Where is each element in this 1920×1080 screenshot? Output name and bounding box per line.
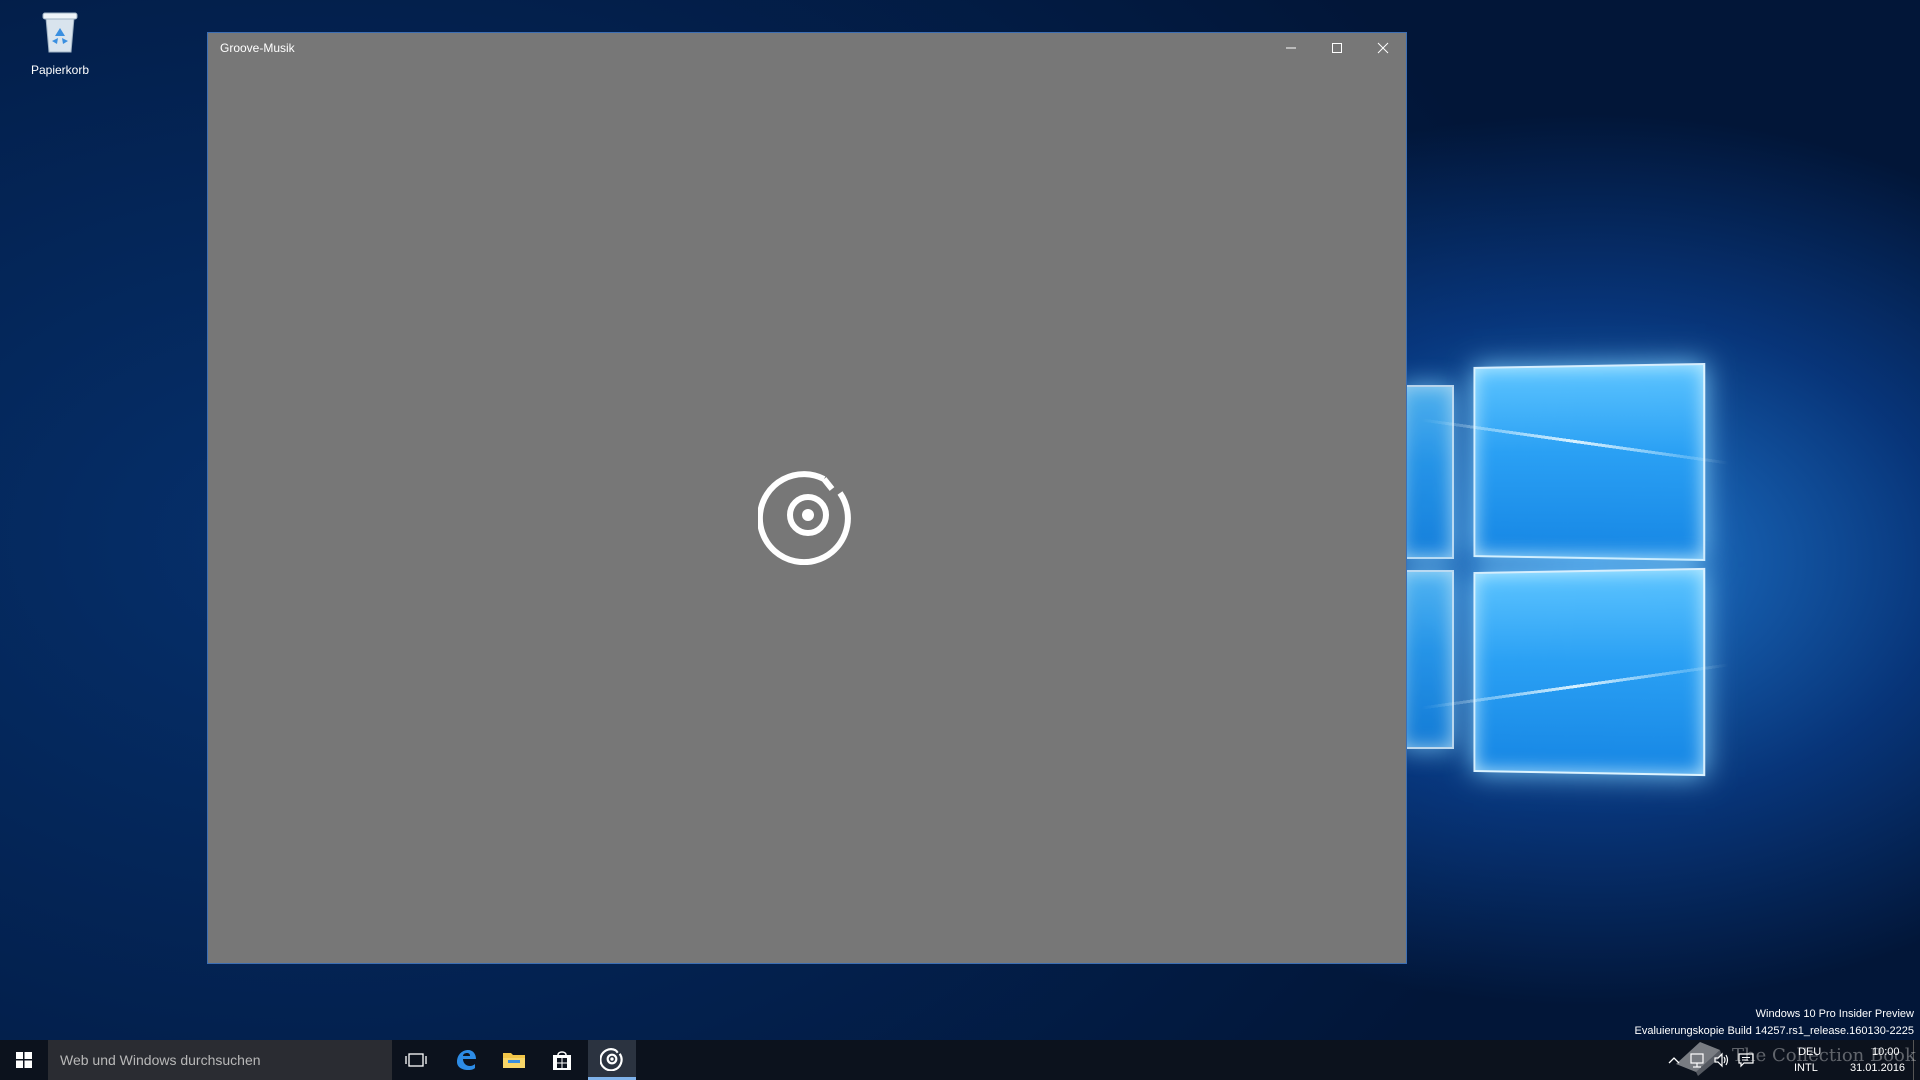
recycle-bin-icon — [42, 12, 78, 53]
groove-music-window[interactable]: Groove-Musik — [207, 32, 1407, 964]
folder-icon — [503, 1053, 525, 1068]
maximize-icon — [1332, 43, 1342, 53]
store-bag-icon — [553, 1051, 571, 1070]
window-title: Groove-Musik — [220, 41, 295, 55]
task-view-icon — [405, 1053, 427, 1067]
minimize-button[interactable] — [1268, 33, 1314, 63]
recycle-bin-label: Papierkorb — [30, 63, 90, 77]
desktop: Papierkorb Groove-Musik Windows 10 Pro I… — [0, 0, 1920, 1080]
taskbar-file-explorer-button[interactable] — [490, 1040, 538, 1080]
groove-music-icon — [600, 1047, 623, 1071]
close-icon — [1377, 42, 1389, 54]
taskbar-groove-music-button[interactable] — [588, 1040, 636, 1080]
taskbar-store-button[interactable] — [538, 1040, 586, 1080]
close-button[interactable] — [1360, 33, 1406, 63]
groove-music-logo-icon — [758, 471, 851, 565]
book-logo-icon — [1676, 1042, 1722, 1076]
taskbar: Web und Windows durchsuchen DEU INTL 10:… — [0, 1040, 1920, 1080]
windows-logo-icon — [16, 1052, 32, 1068]
recycle-bin-shortcut[interactable]: Papierkorb — [22, 8, 98, 77]
task-view-button[interactable] — [392, 1040, 440, 1080]
search-input[interactable]: Web und Windows durchsuchen — [48, 1040, 392, 1080]
window-titlebar[interactable]: Groove-Musik — [208, 33, 1406, 63]
branding-text: The Collection Book — [1732, 1045, 1916, 1066]
watermark-line-1: Windows 10 Pro Insider Preview — [1755, 1008, 1914, 1020]
search-placeholder: Web und Windows durchsuchen — [60, 1052, 261, 1068]
edge-browser-icon — [457, 1050, 476, 1070]
taskbar-edge-button[interactable] — [442, 1040, 490, 1080]
maximize-button[interactable] — [1314, 33, 1360, 63]
start-button[interactable] — [0, 1040, 48, 1080]
minimize-icon — [1286, 47, 1296, 49]
